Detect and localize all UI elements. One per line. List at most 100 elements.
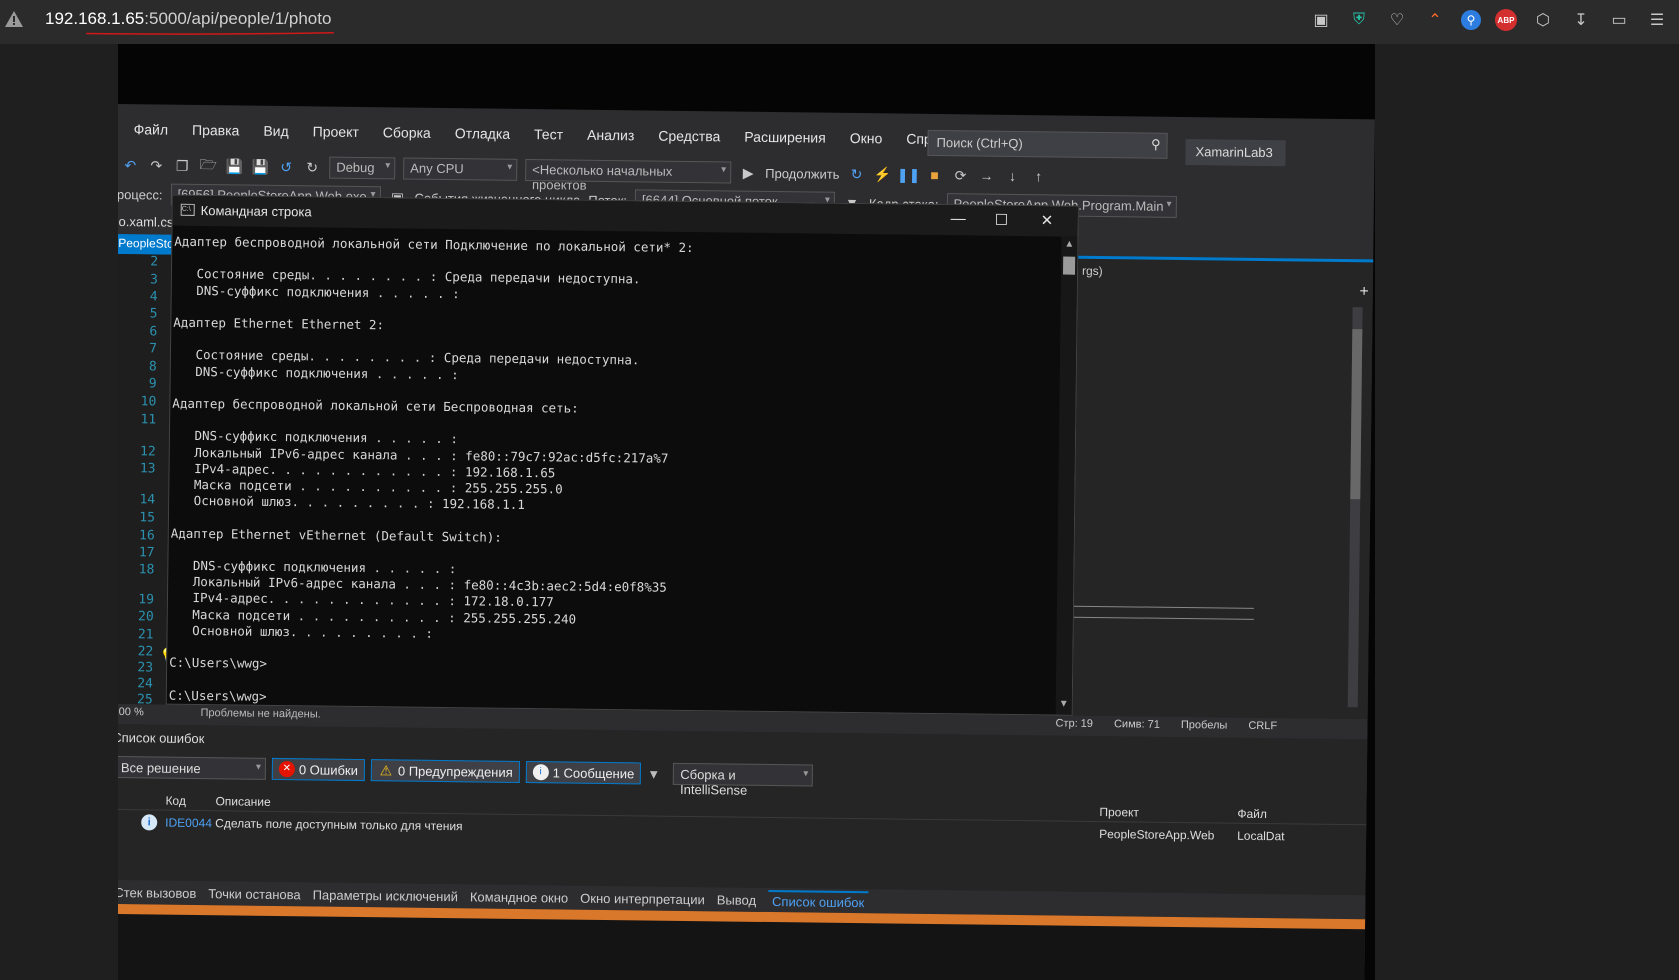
line-ending[interactable]: CRLF — [1248, 720, 1277, 732]
error-icon: ✕ — [278, 761, 295, 778]
step-out-icon[interactable]: ↑ — [1029, 167, 1047, 185]
download-icon[interactable]: ↧ — [1569, 8, 1593, 32]
clear-filter-icon[interactable]: ▼ — [647, 766, 667, 781]
column-position: Симв: 71 — [1113, 718, 1160, 731]
expand-icon[interactable]: + — [1359, 283, 1369, 301]
menu-analyze[interactable]: Анализ — [587, 127, 634, 144]
warnings-filter-button[interactable]: ⚠ 0 Предупреждения — [370, 759, 520, 783]
line-number: 17 — [138, 545, 155, 561]
minimize-icon[interactable]: — — [951, 210, 966, 227]
menu-edit[interactable]: Правка — [192, 122, 239, 139]
tab-immediate-window[interactable]: Окно интерпретации — [580, 890, 705, 907]
scroll-down-icon[interactable]: ▼ — [1059, 699, 1069, 710]
line-number: 6 — [149, 324, 158, 340]
scope-select[interactable]: Все решение — [118, 756, 267, 780]
play-icon[interactable]: ▶ — [739, 164, 757, 182]
tab-output[interactable]: Вывод — [717, 892, 756, 907]
line-number: 15 — [139, 510, 156, 526]
messages-filter-button[interactable]: i 1 Сообщение — [525, 761, 642, 785]
adblock-icon[interactable]: ABP — [1495, 9, 1517, 31]
cmd-icon: C:\ — [180, 203, 195, 216]
column-description[interactable]: Описание — [215, 794, 270, 809]
menu-icon[interactable]: ☰ — [1645, 8, 1669, 32]
process-label: роцесс: — [118, 186, 163, 203]
camera-icon[interactable]: ▣ — [1309, 8, 1333, 32]
zoom-level[interactable]: 100 % — [118, 706, 144, 718]
visual-studio-window: Файл Правка Вид Проект Сборка Отладка Те… — [118, 104, 1375, 980]
tab-exception-settings[interactable]: Параметры исключений — [313, 887, 458, 904]
search-placeholder: Поиск (Ctrl+Q) — [936, 135, 1023, 152]
error-code[interactable]: IDE0044 — [165, 816, 212, 831]
tab-call-stack[interactable]: Стек вызовов — [118, 885, 196, 901]
extension-icons: ▣ ⛨ ♡ ⌃ ⚲ ABP ⬡ ↧ ▭ ☰ — [1309, 8, 1669, 32]
line-position: Стр: 19 — [1055, 717, 1094, 730]
step-into-icon[interactable]: ↓ — [1003, 167, 1021, 185]
solution-name[interactable]: XamarinLab3 — [1185, 139, 1286, 167]
back-icon[interactable]: ↶ — [121, 156, 139, 174]
menu-extensions[interactable]: Расширения — [744, 129, 826, 146]
tab-error-list[interactable]: Список ошибок — [767, 889, 869, 912]
column-file[interactable]: Файл — [1237, 807, 1267, 821]
refresh-icon[interactable]: ↻ — [847, 165, 865, 183]
menu-debug[interactable]: Отладка — [455, 125, 511, 142]
errors-filter-button[interactable]: ✕ 0 Ошибки — [271, 757, 366, 782]
build-filter-select[interactable]: Сборка и IntelliSense — [673, 762, 814, 798]
menu-file[interactable]: Файл — [134, 121, 169, 137]
redo-icon[interactable]: ↻ — [303, 158, 321, 176]
save-icon[interactable]: 💾 — [225, 157, 243, 175]
maximize-icon[interactable]: ☐ — [995, 211, 1009, 229]
new-item-icon[interactable]: ❐ — [173, 157, 191, 175]
whitespace-mode[interactable]: Пробелы — [1181, 719, 1228, 732]
shield-icon[interactable]: ⛨ — [1347, 8, 1371, 32]
line-number: 5 — [149, 306, 158, 322]
panel-accent — [1068, 255, 1374, 263]
battery-icon[interactable]: ▭ — [1607, 8, 1631, 32]
forward-icon[interactable]: ↷ — [147, 156, 165, 174]
menu-build[interactable]: Сборка — [383, 124, 431, 141]
config-select[interactable]: Debug — [329, 156, 396, 180]
column-code[interactable]: Код — [165, 794, 186, 808]
startup-select[interactable]: <Несколько начальных проектов — [525, 158, 732, 193]
address-bar[interactable]: 192.168.1.65:5000/api/people/1/photo — [45, 9, 331, 29]
cube-icon[interactable]: ⬡ — [1531, 8, 1555, 32]
save-all-icon[interactable]: 💾 — [251, 158, 269, 176]
open-folder-icon[interactable]: 🗁 — [199, 156, 217, 175]
line-number: 8 — [148, 359, 157, 375]
cmd-title: Командная строка — [200, 203, 312, 220]
cmd-scroll-thumb[interactable] — [1062, 256, 1076, 275]
menu-view[interactable]: Вид — [263, 123, 289, 139]
continue-button[interactable]: Продолжить — [765, 165, 840, 181]
cmd-output[interactable]: Адаптер беспроводной локальной сети Подк… — [167, 226, 1063, 715]
pause-icon[interactable]: ❚❚ — [897, 166, 921, 184]
scroll-up-icon[interactable]: ▲ — [1064, 239, 1074, 250]
photo-of-screen: Файл Правка Вид Проект Сборка Отладка Те… — [118, 44, 1375, 980]
search-extension-icon[interactable]: ⚲ — [1461, 10, 1481, 30]
step-over-icon[interactable]: → — [977, 167, 995, 185]
close-icon[interactable]: ✕ — [1041, 211, 1054, 229]
line-number: 4 — [149, 289, 158, 305]
panel-divider — [1063, 605, 1254, 620]
extension-icon[interactable]: ⌃ — [1423, 8, 1447, 32]
tab-command-window[interactable]: Командное окно — [470, 889, 568, 905]
heart-icon[interactable]: ♡ — [1385, 8, 1409, 32]
menu-project[interactable]: Проект — [313, 123, 359, 140]
undo-icon[interactable]: ↺ — [277, 158, 295, 176]
platform-select[interactable]: Any CPU — [403, 157, 518, 181]
file-tab[interactable]: o.xaml.cs — [118, 212, 177, 235]
line-number: 20 — [137, 609, 154, 625]
command-prompt-window: C:\ Командная строка — ☐ ✕ Адаптер беспр… — [165, 194, 1079, 716]
menu-window[interactable]: Окно — [850, 130, 883, 146]
hot-reload-icon[interactable]: ⚡ — [873, 165, 892, 183]
project-tab[interactable]: PeopleStor — [118, 233, 177, 255]
error-list-title: Список ошибок — [118, 729, 205, 747]
menu-test[interactable]: Тест — [534, 126, 563, 142]
restart-icon[interactable]: ⟳ — [951, 166, 969, 184]
vs-search-input[interactable]: Поиск (Ctrl+Q) ⚲ — [927, 129, 1168, 159]
warning-icon: ⚠ — [379, 762, 393, 779]
menu-tools[interactable]: Средства — [658, 128, 720, 145]
tab-breakpoints[interactable]: Точки останова — [208, 886, 301, 902]
warning-icon[interactable] — [4, 10, 24, 28]
stop-icon[interactable]: ■ — [925, 166, 943, 184]
scrollbar-thumb[interactable] — [1350, 329, 1363, 500]
column-project[interactable]: Проект — [1099, 805, 1139, 819]
